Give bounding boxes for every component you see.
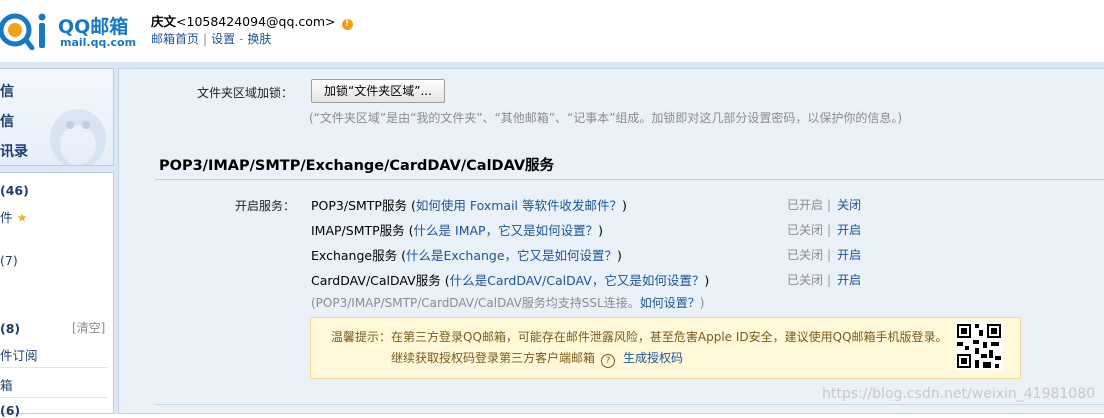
service-row-exchange: Exchange服务 (什么是Exchange，它又是如何设置？) — [311, 248, 622, 263]
header: QQ邮箱 mail.qq.com 庆文<1058424094@qq.com>! … — [0, 0, 1104, 62]
service-status: 已关闭 — [787, 273, 824, 287]
generate-auth-code-link[interactable]: 生成授权码 — [623, 351, 683, 365]
folder-my-folders-count[interactable]: (6) — [0, 403, 20, 418]
service-row-imap: IMAP/SMTP服务 (什么是 IMAP，它又是如何设置？) — [311, 223, 603, 238]
service-toggle-link[interactable]: 关闭 — [837, 198, 861, 212]
settings-panel: 文件夹区域加锁： 加锁“文件夹区域”... (“文件夹区域”是由“我的文件夹”、… — [118, 68, 1104, 414]
penguin-watermark-icon — [50, 109, 106, 165]
service-name: CardDAV/CalDAV服务 — [311, 273, 441, 288]
warning-action-line: 继续获取授权码登录第三方客户端邮箱? 生成授权码 — [391, 349, 683, 368]
folder-starred[interactable]: 件 ★ — [0, 207, 28, 226]
sidebar-folders: (46) 件 ★ (7) (8) [清空] 件订阅 箱 (6) — [0, 172, 114, 418]
folder-lock-note: (“文件夹区域”是由“我的文件夹”、“其他邮箱”、“记事本”组成。加锁即对这几部… — [309, 111, 903, 125]
user-name: 庆文 — [151, 14, 177, 29]
qr-code-icon — [955, 322, 1003, 370]
service-help-link[interactable]: 什么是Exchange，它又是如何设置？ — [406, 248, 617, 263]
clean-folder-link[interactable]: [清空] — [72, 319, 105, 336]
link-separator: | — [203, 32, 208, 46]
folder-inbox-count[interactable]: (46) — [0, 183, 29, 198]
service-toggle-link[interactable]: 开启 — [837, 273, 861, 287]
service-toggle-link[interactable]: 开启 — [837, 223, 861, 237]
sidebar-item-compose[interactable]: 写信 — [0, 81, 14, 101]
service-row-pop3: POP3/SMTP服务 (如何使用 Foxmail 等软件收发邮件？) — [311, 198, 627, 213]
folder-drafts-count[interactable]: (7) — [0, 253, 18, 268]
services-label: 开启服务： — [235, 199, 296, 213]
settings-link[interactable]: 设置 — [211, 32, 235, 46]
service-name: Exchange服务 — [311, 248, 398, 263]
section-divider — [155, 179, 1104, 180]
sidebar-actions: 写信 收信 通讯录 — [0, 68, 114, 166]
folder-other-mailbox[interactable]: 箱 — [0, 375, 13, 394]
ssl-note-close: ) — [699, 296, 705, 310]
ssl-howto-link[interactable]: 如何设置？ — [640, 296, 700, 310]
star-icon: ★ — [16, 210, 28, 225]
link-separator: - — [239, 32, 244, 46]
folder-subscriptions[interactable]: 件订阅 — [0, 345, 38, 364]
folder-deleted-count[interactable]: (8) — [0, 321, 20, 336]
section-bottom-divider — [155, 404, 1104, 405]
mailbox-home-link[interactable]: 邮箱首页 — [151, 32, 199, 46]
service-status-pop3: 已开启 | 关闭 — [787, 198, 862, 212]
warning-icon[interactable]: ! — [341, 19, 353, 30]
user-links: 邮箱首页 | 设置 - 换肤 — [151, 30, 271, 47]
service-row-carddav: CardDAV/CalDAV服务 (什么是CardDAV/CalDAV，它又是如… — [311, 273, 710, 288]
warning-text: 温馨提示：在第三方登录QQ邮箱，可能存在邮件泄露风险，甚至危害Apple ID安… — [331, 330, 948, 344]
qq-mail-logo-icon — [0, 13, 46, 50]
service-name: POP3/SMTP服务 — [311, 198, 407, 213]
folder-starred-label: 件 — [0, 210, 13, 225]
user-email: <1058424094@qq.com> — [176, 14, 336, 29]
sidebar-item-contacts[interactable]: 通讯录 — [0, 141, 28, 161]
service-status: 已开启 — [787, 198, 824, 212]
service-name: IMAP/SMTP服务 — [311, 223, 405, 238]
service-status: 已关闭 — [787, 248, 824, 262]
service-help-link[interactable]: 如何使用 Foxmail 等软件收发邮件？ — [416, 198, 622, 213]
brand-name: QQ邮箱 — [58, 16, 129, 38]
folder-lock-label: 文件夹区域加锁： — [197, 86, 294, 100]
service-status-carddav: 已关闭 | 开启 — [787, 273, 862, 287]
change-skin-link[interactable]: 换肤 — [247, 32, 271, 46]
folder-divider — [0, 367, 108, 368]
ssl-note-text: (POP3/IMAP/SMTP/CardDAV/CalDAV服务均支持SSL连接… — [311, 296, 640, 310]
security-warning-box: 温馨提示：在第三方登录QQ邮箱，可能存在邮件泄露风险，甚至危害Apple ID安… — [310, 317, 1021, 379]
content-frame: 写信 收信 通讯录 (46) 件 ★ (7) (8) [清空] 件订阅 箱 (6… — [0, 62, 1104, 418]
service-toggle-link[interactable]: 开启 — [837, 248, 861, 262]
qq-mail-logo[interactable]: QQ邮箱 mail.qq.com — [0, 8, 140, 54]
lock-folders-button[interactable]: 加锁“文件夹区域”... — [311, 79, 445, 103]
user-info: 庆文<1058424094@qq.com>! — [151, 11, 353, 30]
service-status-exchange: 已关闭 | 开启 — [787, 248, 862, 262]
help-icon[interactable]: ? — [601, 354, 616, 368]
brand-url: mail.qq.com — [60, 36, 137, 49]
service-status: 已关闭 — [787, 223, 824, 237]
ssl-note: (POP3/IMAP/SMTP/CardDAV/CalDAV服务均支持SSL连接… — [311, 294, 704, 311]
url-watermark: https://blog.csdn.net/weixin_41981080 — [822, 386, 1096, 402]
sidebar: 写信 收信 通讯录 (46) 件 ★ (7) (8) [清空] 件订阅 箱 (6… — [0, 68, 114, 418]
section-title: POP3/IMAP/SMTP/Exchange/CardDAV/CalDAV服务 — [159, 158, 555, 174]
service-help-link[interactable]: 什么是 IMAP，它又是如何设置？ — [414, 223, 599, 238]
folder-divider — [0, 397, 108, 398]
warning-action-text: 继续获取授权码登录第三方客户端邮箱 — [391, 351, 596, 365]
service-help-link[interactable]: 什么是CardDAV/CalDAV，它又是如何设置？ — [450, 273, 705, 288]
sidebar-item-inbox[interactable]: 收信 — [0, 111, 14, 131]
service-status-imap: 已关闭 | 开启 — [787, 223, 862, 237]
